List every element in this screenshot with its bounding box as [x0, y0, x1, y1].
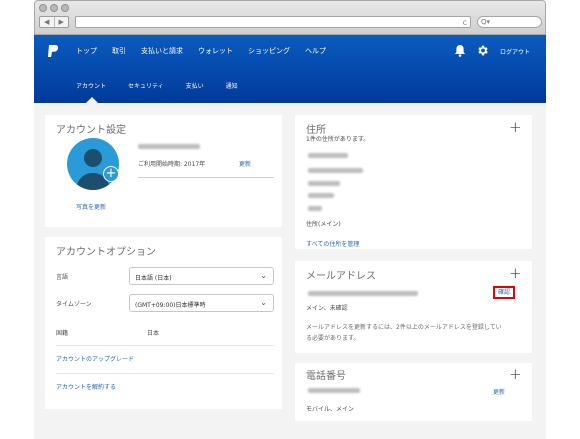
- address-line-redacted: [308, 168, 363, 173]
- avatar[interactable]: [67, 138, 119, 190]
- update-photo-link[interactable]: 写真を更新: [76, 202, 106, 211]
- forward-button[interactable]: ▶: [55, 17, 69, 27]
- paypal-logo-icon[interactable]: [47, 44, 59, 58]
- menu-item-transactions[interactable]: 取引: [112, 46, 126, 56]
- update-phone-link[interactable]: 更新: [493, 387, 505, 396]
- country-value: 日本: [147, 330, 160, 337]
- phone-card: 電話番号 + 更新 モバイル、メイン: [295, 363, 532, 421]
- email-card: メールアドレス + メイン、未確認 確認 メールアドレスを更新するには、2件以上…: [295, 261, 532, 353]
- subnav-payments[interactable]: 支払い: [186, 81, 204, 90]
- account-options-card: アカウントオプション 言語 日本語 (日本) ⌄ タイムゾーン (GMT+09:…: [45, 237, 282, 409]
- phone-type-text: モバイル、メイン: [306, 406, 355, 413]
- address-line-redacted: [308, 181, 340, 186]
- reload-icon[interactable]: c: [463, 17, 467, 28]
- window-close-button[interactable]: [39, 4, 47, 12]
- menu-item-shopping[interactable]: ショッピング: [248, 46, 290, 56]
- divider: [56, 345, 274, 346]
- email-status-text: メイン、未確認: [306, 305, 348, 312]
- history-buttons: ◀ ▶: [39, 16, 69, 28]
- timezone-select[interactable]: (GMT+09:00)日本標準時 ⌄: [129, 294, 274, 312]
- window-minimize-button[interactable]: [50, 4, 58, 12]
- logout-link[interactable]: ログアウト: [500, 47, 530, 56]
- email-title: メールアドレス: [306, 271, 376, 282]
- language-label: 言語: [56, 274, 69, 281]
- name-divider: [138, 177, 274, 178]
- content-area: アカウント設定 + ご利用開始時期: 2017年 更新 写真を更新 アカウントオ…: [34, 103, 546, 439]
- country-label: 国籍: [56, 330, 69, 337]
- chevron-down-icon: ⌄: [260, 271, 267, 280]
- divider: [56, 373, 274, 374]
- phone-title: 電話番号: [306, 371, 346, 382]
- language-value: 日本語 (日本): [135, 275, 172, 282]
- account-settings-card: アカウント設定 + ご利用開始時期: 2017年 更新 写真を更新: [45, 115, 282, 227]
- email-update-note-line2: る必要があります。: [306, 335, 360, 342]
- add-email-icon[interactable]: +: [509, 266, 522, 281]
- close-account-link[interactable]: アカウントを解約する: [56, 382, 116, 391]
- address-line-redacted: [308, 206, 322, 211]
- browser-search-field[interactable]: Q▾: [477, 16, 542, 28]
- timezone-value: (GMT+09:00)日本標準時: [135, 302, 206, 309]
- member-since-text: ご利用開始時期: 2017年: [138, 161, 206, 168]
- subnav-account[interactable]: アカウント: [76, 81, 106, 90]
- verify-email-button[interactable]: 確認: [493, 286, 516, 299]
- window-zoom-button[interactable]: [61, 4, 69, 12]
- screen: ◀ ▶ c Q▾ トップ 取引 支払いと請求 ウォレット ショッピング ヘルプ: [0, 0, 580, 439]
- top-navigation: トップ 取引 支払いと請求 ウォレット ショッピング ヘルプ ログアウト アカウ…: [34, 35, 546, 104]
- chevron-down-icon: ⌄: [260, 298, 267, 307]
- address-main-label: 住所(メイン): [306, 221, 341, 228]
- manage-addresses-link[interactable]: すべての住所を管理: [306, 239, 359, 248]
- email-address-redacted: [308, 291, 418, 296]
- account-settings-title: アカウント設定: [56, 125, 126, 136]
- url-bar[interactable]: c: [75, 16, 471, 28]
- address-card: 住所 1件の住所があります。 + 住所(メイン) すべての住所を管理: [295, 115, 532, 249]
- main-menu: トップ 取引 支払いと請求 ウォレット ショッピング ヘルプ: [76, 46, 341, 56]
- subnav-notifications[interactable]: 通知: [226, 81, 238, 90]
- browser-chrome: ◀ ▶ c Q▾: [34, 0, 546, 35]
- menu-item-top[interactable]: トップ: [76, 46, 97, 56]
- phone-number-redacted: [308, 388, 360, 393]
- email-update-note-line1: メールアドレスを更新するには、2件以上のメールアドレスを登録してい: [306, 324, 502, 331]
- account-name-redacted: [138, 144, 200, 149]
- update-name-link[interactable]: 更新: [239, 159, 251, 168]
- address-count-text: 1件の住所があります。: [306, 136, 370, 143]
- sub-navigation: アカウント セキュリティ 支払い 通知: [76, 81, 260, 90]
- address-line-redacted: [308, 193, 334, 198]
- upgrade-account-link[interactable]: アカウントのアップグレード: [56, 354, 134, 363]
- account-options-title: アカウントオプション: [56, 247, 156, 258]
- add-address-icon[interactable]: +: [509, 120, 522, 135]
- add-photo-icon[interactable]: +: [103, 166, 119, 182]
- menu-item-wallet[interactable]: ウォレット: [198, 46, 233, 56]
- address-line-redacted: [308, 153, 348, 158]
- add-phone-icon[interactable]: +: [509, 367, 522, 382]
- search-icon: Q▾: [481, 18, 491, 26]
- back-button[interactable]: ◀: [40, 17, 55, 27]
- menu-item-payments-billing[interactable]: 支払いと請求: [141, 46, 183, 56]
- language-select[interactable]: 日本語 (日本) ⌄: [129, 267, 274, 285]
- menu-item-help[interactable]: ヘルプ: [305, 46, 326, 56]
- gear-icon[interactable]: [476, 44, 489, 57]
- user-silhouette-icon: [76, 149, 110, 190]
- bell-icon[interactable]: [454, 44, 466, 57]
- subnav-security[interactable]: セキュリティ: [128, 81, 164, 90]
- timezone-label: タイムゾーン: [56, 301, 92, 308]
